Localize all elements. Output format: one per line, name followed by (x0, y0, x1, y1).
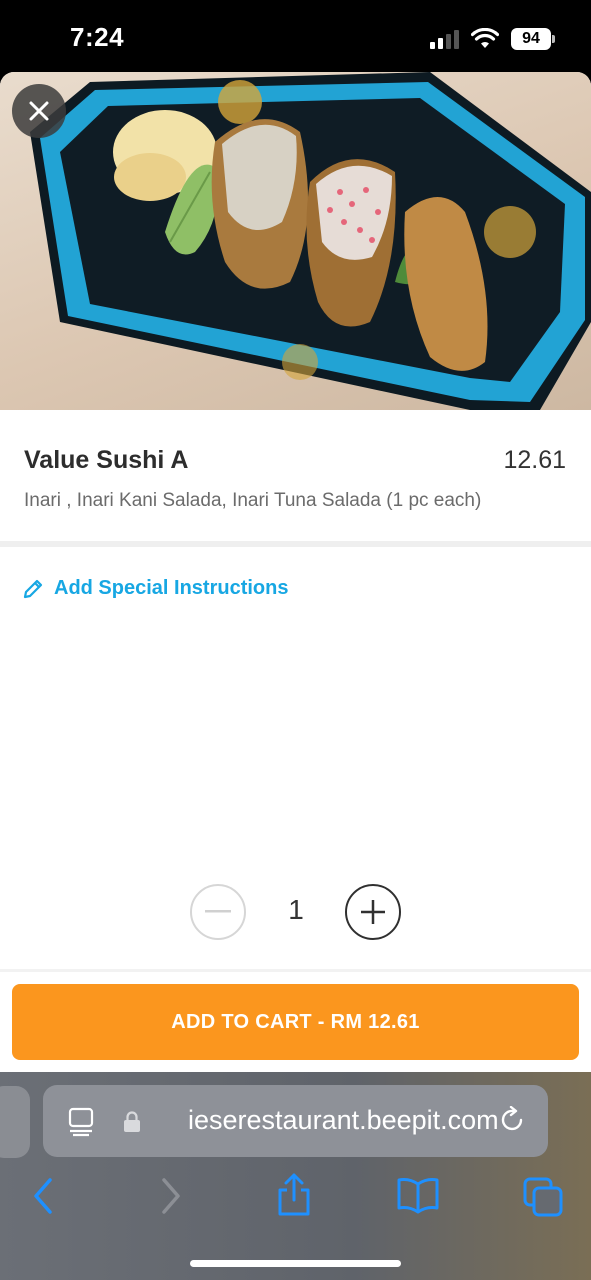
address-bar[interactable]: ieserestaurant.beepit.com (43, 1085, 548, 1157)
reload-icon[interactable] (499, 1106, 527, 1136)
home-indicator[interactable] (190, 1260, 401, 1267)
previous-tab-preview[interactable] (0, 1086, 30, 1158)
status-time: 7:24 (70, 22, 125, 52)
lock-icon (124, 1111, 140, 1132)
quantity-value: 1 (288, 894, 304, 925)
add-special-instructions-link[interactable]: Add Special Instructions (22, 577, 288, 600)
browser-toolbar: ieserestaurant.beepit.com (0, 1072, 591, 1280)
product-name: Value Sushi A (24, 446, 189, 474)
footer-divider (0, 969, 591, 972)
share-icon[interactable] (276, 1172, 312, 1218)
item-detail-sheet: Value Sushi A 12.61 Inari , Inari Kani S… (0, 72, 591, 1072)
back-icon[interactable] (30, 1176, 56, 1216)
battery-level: 94 (522, 30, 540, 47)
status-bar: 7:24 94 (0, 0, 591, 72)
add-special-instructions-label: Add Special Instructions (54, 577, 289, 599)
battery-icon: 94 (511, 28, 555, 50)
close-icon (29, 101, 49, 121)
reader-icon[interactable] (67, 1107, 95, 1137)
add-to-cart-button[interactable]: ADD TO CART - RM 12.61 (12, 984, 579, 1060)
sushi-platter-image (0, 72, 591, 410)
pencil-icon (23, 579, 43, 598)
tabs-icon[interactable] (522, 1176, 564, 1218)
plus-icon (361, 900, 385, 924)
decrease-quantity-button[interactable] (190, 884, 246, 940)
product-description: Inari , Inari Kani Salada, Inari Tuna Sa… (24, 490, 482, 511)
wifi-icon (471, 28, 499, 48)
quantity-stepper: 1 (0, 882, 591, 942)
url-text: ieserestaurant.beepit.com (188, 1105, 499, 1135)
status-icons: 94 (430, 26, 555, 52)
product-price: 12.61 (503, 446, 566, 474)
section-divider (0, 541, 591, 547)
minus-icon (205, 910, 231, 913)
product-info: Value Sushi A 12.61 Inari , Inari Kani S… (0, 410, 591, 543)
forward-icon[interactable] (158, 1176, 184, 1216)
increase-quantity-button[interactable] (345, 884, 401, 940)
bookmarks-icon[interactable] (396, 1176, 440, 1214)
signal-icon (430, 29, 459, 49)
close-button[interactable] (12, 84, 66, 138)
browser-nav-bar (0, 1172, 591, 1232)
